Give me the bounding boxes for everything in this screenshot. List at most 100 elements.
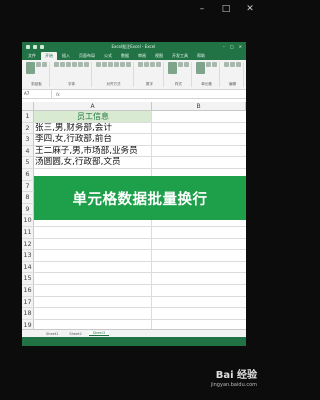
- row-header[interactable]: 16: [22, 284, 34, 296]
- ribbon-command-icon[interactable]: [96, 62, 101, 67]
- column-header-b[interactable]: B: [152, 102, 246, 110]
- ribbon-command-icon[interactable]: [212, 62, 217, 67]
- tab-7[interactable]: 视图: [151, 52, 167, 60]
- header-cell[interactable]: 员工信息: [34, 111, 152, 122]
- cell-b[interactable]: [152, 146, 246, 157]
- cell-b[interactable]: [152, 123, 246, 134]
- maximize-icon[interactable]: □: [221, 4, 231, 14]
- row-header[interactable]: 5: [22, 157, 34, 168]
- column-header-a[interactable]: A: [34, 102, 152, 110]
- cell-b[interactable]: [152, 297, 246, 308]
- tab-8[interactable]: 开发工具: [168, 52, 192, 60]
- row-header[interactable]: 4: [22, 145, 34, 157]
- ribbon-command-icon[interactable]: [144, 62, 149, 67]
- row-header[interactable]: 13: [22, 250, 34, 261]
- cell-b[interactable]: [152, 157, 246, 168]
- row-header[interactable]: 12: [22, 238, 34, 250]
- row-header[interactable]: 14: [22, 261, 34, 273]
- close-icon[interactable]: ✕: [245, 4, 255, 14]
- ribbon-command-icon[interactable]: [120, 62, 125, 67]
- row-header[interactable]: 11: [22, 226, 34, 238]
- excel-minimize-icon[interactable]: –: [223, 44, 225, 49]
- cell-a[interactable]: 李四,女,行政部,前台: [34, 134, 152, 145]
- tab-0[interactable]: 文件: [24, 52, 40, 60]
- ribbon-command-icon[interactable]: [150, 62, 155, 67]
- ribbon-command-icon[interactable]: [108, 62, 113, 67]
- cell-b[interactable]: [152, 250, 246, 261]
- ribbon-command-icon[interactable]: [42, 62, 47, 67]
- cell-b[interactable]: [152, 111, 246, 122]
- cell-a[interactable]: 王二麻子,男,市场部,业务员: [34, 145, 152, 157]
- sheet-tab[interactable]: Sheet1: [42, 332, 62, 336]
- row-header[interactable]: 10: [22, 215, 34, 226]
- redo-icon[interactable]: [40, 44, 44, 49]
- cell-a[interactable]: 汤圆圆,女,行政部,文员: [34, 157, 152, 168]
- ribbon-command-icon[interactable]: [26, 62, 35, 74]
- ribbon-command-icon[interactable]: [184, 62, 189, 67]
- ribbon-command-icon[interactable]: [78, 62, 83, 67]
- select-all-corner[interactable]: [22, 102, 34, 110]
- cell-b[interactable]: [152, 134, 246, 145]
- minimize-icon[interactable]: –: [197, 4, 207, 14]
- cell-a[interactable]: [34, 273, 152, 284]
- ribbon-command-icon[interactable]: [36, 62, 41, 67]
- cell-a[interactable]: [34, 250, 152, 261]
- cell-b[interactable]: [152, 273, 246, 284]
- cell-a[interactable]: [34, 296, 152, 308]
- ribbon-command-icon[interactable]: [66, 62, 71, 67]
- row-header[interactable]: 6: [22, 168, 34, 180]
- ribbon-command-icon[interactable]: [168, 62, 177, 74]
- tab-9[interactable]: 帮助: [193, 52, 209, 60]
- row-header[interactable]: 2: [22, 122, 34, 134]
- save-icon[interactable]: [26, 44, 30, 49]
- ribbon-command-icon[interactable]: [60, 62, 65, 67]
- ribbon-command-icon[interactable]: [178, 62, 183, 67]
- cell-b[interactable]: [152, 285, 246, 296]
- row-header[interactable]: 18: [22, 308, 34, 319]
- cell-a[interactable]: [34, 238, 152, 250]
- cell-a[interactable]: [34, 226, 152, 238]
- row-header[interactable]: 1: [22, 111, 34, 122]
- cell-a[interactable]: [34, 284, 152, 296]
- cell-b[interactable]: [152, 227, 246, 238]
- ribbon-command-icon[interactable]: [196, 62, 205, 74]
- row-header[interactable]: 3: [22, 134, 34, 145]
- ribbon-command-icon[interactable]: [224, 62, 229, 67]
- tab-2[interactable]: 插入: [58, 52, 74, 60]
- ribbon-command-icon[interactable]: [72, 62, 77, 67]
- ribbon-command-icon[interactable]: [236, 62, 241, 67]
- cell-b[interactable]: [152, 262, 246, 273]
- name-box[interactable]: A7: [22, 90, 52, 98]
- ribbon-command-icon[interactable]: [114, 62, 119, 67]
- undo-icon[interactable]: [33, 44, 37, 49]
- tab-4[interactable]: 公式: [100, 52, 116, 60]
- cell-a[interactable]: [34, 308, 152, 319]
- ribbon-command-icon[interactable]: [156, 62, 161, 67]
- row-header[interactable]: 8: [22, 192, 34, 203]
- ribbon-command-icon[interactable]: [126, 62, 131, 67]
- cell-a[interactable]: [34, 261, 152, 273]
- fx-icon[interactable]: fx: [52, 92, 64, 97]
- ribbon-command-icon[interactable]: [54, 62, 59, 67]
- cell-b[interactable]: [152, 239, 246, 250]
- window-title: Excel批注Excel - Excel: [111, 43, 156, 49]
- tab-5[interactable]: 数据: [117, 52, 133, 60]
- tab-6[interactable]: 审阅: [134, 52, 150, 60]
- ribbon-command-icon[interactable]: [84, 62, 89, 67]
- ribbon-command-icon[interactable]: [138, 62, 143, 67]
- cell-b[interactable]: [152, 308, 246, 319]
- excel-close-icon[interactable]: ✕: [239, 44, 242, 49]
- excel-maximize-icon[interactable]: □: [230, 44, 234, 49]
- sheet-tab[interactable]: Sheet2: [65, 332, 85, 336]
- tab-1[interactable]: 开始: [41, 52, 57, 60]
- ribbon-command-icon[interactable]: [230, 62, 235, 67]
- row-header[interactable]: 15: [22, 273, 34, 284]
- row-header[interactable]: 9: [22, 203, 34, 215]
- cell-a[interactable]: 张三,男,财务部,会计: [34, 122, 152, 134]
- ribbon-command-icon[interactable]: [206, 62, 211, 67]
- row-header[interactable]: 17: [22, 296, 34, 308]
- sheet-tab[interactable]: Sheet3: [88, 331, 110, 336]
- tab-3[interactable]: 页面布局: [75, 52, 99, 60]
- ribbon-command-icon[interactable]: [102, 62, 107, 67]
- row-header[interactable]: 7: [22, 180, 34, 192]
